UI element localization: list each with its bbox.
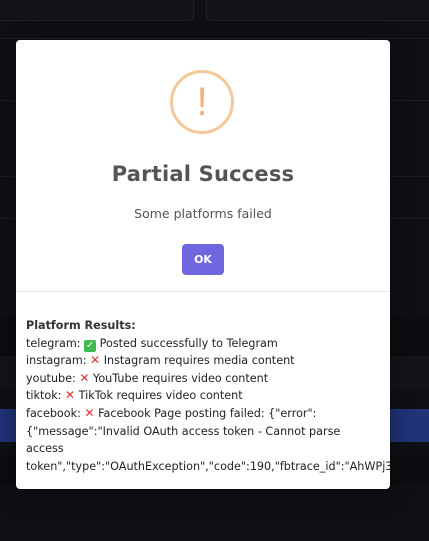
results-heading: Platform Results:: [26, 319, 136, 332]
platform-name: youtube:: [26, 371, 76, 385]
result-text: Instagram requires media content: [103, 354, 295, 368]
result-line-tiktok: tiktok: ✕ TikTok requires video content: [26, 387, 390, 405]
result-continuation-line: access: [26, 442, 64, 456]
result-text: Posted successfully to Telegram: [99, 336, 278, 350]
result-text: TikTok requires video content: [78, 389, 243, 403]
result-text: YouTube requires video content: [92, 371, 269, 385]
cross-icon: ✕: [90, 353, 101, 368]
result-line-telegram: telegram: ✓ Posted successfully to Teleg…: [26, 335, 390, 353]
result-continuation-line: token","type":"OAuthException","code":19…: [26, 459, 390, 473]
result-continuation-line: {"message":"Invalid OAuth access token -…: [26, 424, 341, 438]
cross-icon: ✕: [84, 405, 95, 420]
result-line-instagram: instagram: ✕ Instagram requires media co…: [26, 352, 390, 370]
app-window: ! Partial Success Some platforms failed …: [0, 0, 429, 541]
platform-name: telegram:: [26, 336, 81, 350]
cross-icon: ✕: [65, 388, 76, 403]
ok-button[interactable]: OK: [182, 244, 224, 275]
dialog-divider: [16, 291, 390, 292]
result-text: Facebook Page posting failed: {"error":: [98, 406, 317, 420]
dialog-title: Partial Success: [111, 162, 295, 186]
dialog-message: Some platforms failed: [134, 206, 272, 221]
partial-success-dialog: ! Partial Success Some platforms failed …: [16, 40, 390, 489]
result-line-facebook: facebook: ✕ Facebook Page posting failed…: [26, 405, 390, 423]
platform-name: tiktok:: [26, 389, 62, 403]
result-line-youtube: youtube: ✕ YouTube requires video conten…: [26, 370, 390, 388]
cross-icon: ✕: [79, 370, 90, 385]
platform-name: instagram:: [26, 354, 87, 368]
check-icon: ✓: [84, 339, 97, 352]
platform-name: facebook:: [26, 406, 81, 420]
exclamation-icon: !: [170, 70, 234, 134]
exclamation-glyph: !: [196, 80, 208, 124]
platform-results: Platform Results: telegram: ✓ Posted suc…: [26, 317, 390, 475]
